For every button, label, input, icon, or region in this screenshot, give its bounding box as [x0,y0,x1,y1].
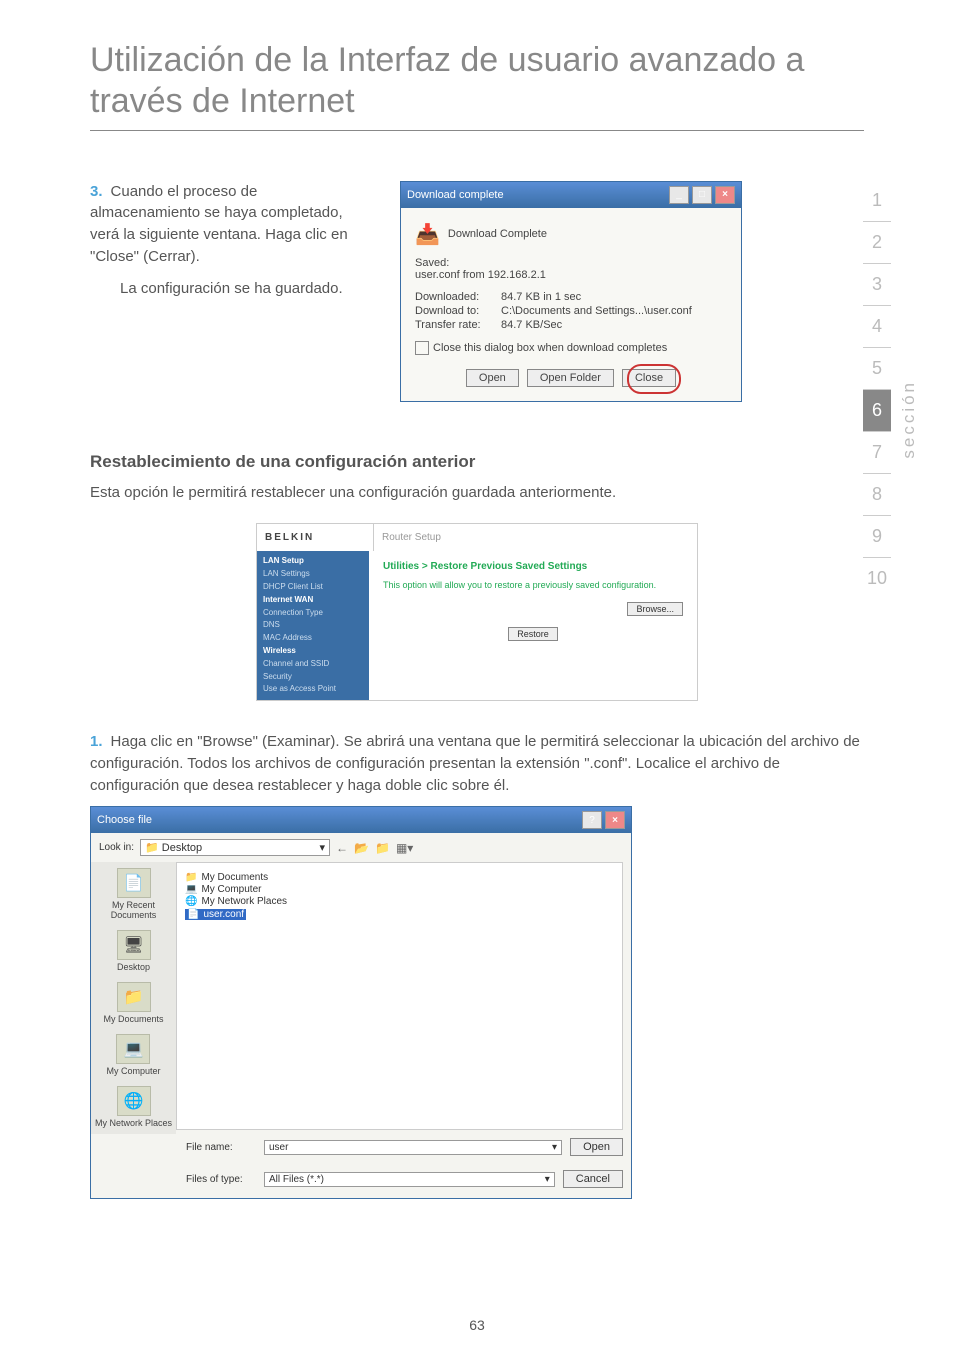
places-mycomputer[interactable]: 💻My Computer [106,1034,160,1076]
lookin-select[interactable]: 📁 Desktop▾ [140,839,330,856]
filetype-select[interactable]: All Files (*.*)▾ [264,1172,555,1187]
nav-section-3[interactable]: 3 [863,264,891,306]
step-1-number: 1. [90,733,103,750]
minimize-icon[interactable]: _ [669,186,689,204]
nav-section-8[interactable]: 8 [863,474,891,516]
dialog-titlebar: Download complete _ □ × [401,182,741,208]
belkin-sidebar: LAN Setup LAN Settings DHCP Client List … [257,551,369,700]
cancel-file-button[interactable]: Cancel [563,1170,623,1188]
file-list[interactable]: 📁My Documents 💻My Computer 🌐My Network P… [176,862,623,1130]
mydocs-icon: 📁 [117,982,151,1012]
checkbox-icon[interactable] [415,341,429,355]
back-icon[interactable]: ← [336,841,348,855]
choose-file-dialog: Choose file ? × Look in: 📁 Desktop▾ ← 📂 … [90,806,632,1199]
folder-icon: 📁 [185,872,197,883]
page-title: Utilización de la Interfaz de usuario av… [90,40,864,131]
section-nav: 1 2 3 4 5 6 7 8 9 10 sección [863,180,919,599]
file-icon: 📄 [187,909,199,920]
desktop-icon: 🖥 [117,930,151,960]
nav-section-1[interactable]: 1 [863,180,891,222]
step-1-text: 1.Haga clic en "Browse" (Examinar). Se a… [90,731,864,796]
belkin-logo: BELKIN [257,524,374,551]
nav-section-2[interactable]: 2 [863,222,891,264]
section-text-restore: Esta opción le permitirá restablecer una… [90,482,864,504]
step-3-number: 3. [90,183,103,200]
computer-icon: 💻 [185,884,197,895]
mycomputer-icon: 💻 [116,1034,150,1064]
help-icon[interactable]: ? [582,811,602,829]
places-recent[interactable]: 📄My Recent Documents [91,868,176,920]
browse-button[interactable]: Browse... [627,602,683,616]
nav-section-6[interactable]: 6 [863,390,891,432]
file-item[interactable]: 🌐My Network Places [185,896,614,907]
belkin-router-screenshot: BELKIN Router Setup LAN Setup LAN Settin… [256,523,698,701]
chevron-down-icon: ▾ [320,841,326,854]
places-bar: 📄My Recent Documents 🖥Desktop 📁My Docume… [91,862,176,1134]
belkin-page-title: Utilities > Restore Previous Saved Setti… [383,561,683,572]
step-3-sub: La configuración se ha guardado. [120,278,370,300]
nav-section-4[interactable]: 4 [863,306,891,348]
open-button[interactable]: Open [466,369,519,387]
download-complete-dialog: Download complete _ □ × 📥 Download Compl… [400,181,742,402]
close-icon[interactable]: × [715,186,735,204]
restore-button[interactable]: Restore [508,627,558,641]
download-icon: 📥 [415,222,440,247]
section-label: sección [899,380,919,459]
places-network[interactable]: 🌐My Network Places [95,1086,172,1128]
belkin-page-desc: This option will allow you to restore a … [383,580,683,590]
filename-input[interactable]: user▾ [264,1140,562,1155]
nav-section-9[interactable]: 9 [863,516,891,558]
open-folder-button[interactable]: Open Folder [527,369,614,387]
nav-section-5[interactable]: 5 [863,348,891,390]
places-desktop[interactable]: 🖥Desktop [117,930,151,972]
close-icon[interactable]: × [605,811,625,829]
network-icon: 🌐 [117,1086,151,1116]
open-file-button[interactable]: Open [570,1138,623,1156]
up-icon[interactable]: 📂 [354,841,369,855]
recent-docs-icon: 📄 [117,868,151,898]
section-heading-restore: Restablecimiento de una configuración an… [90,452,864,472]
page-number: 63 [0,1317,954,1333]
view-icon[interactable]: ▦▾ [396,841,413,855]
chevron-down-icon: ▾ [552,1142,557,1153]
chevron-down-icon: ▾ [545,1174,550,1185]
file-item[interactable]: 💻My Computer [185,884,614,895]
choose-file-titlebar: Choose file ? × [91,807,631,833]
file-item-selected[interactable]: 📄user.conf [185,909,246,920]
file-item[interactable]: 📁My Documents [185,872,614,883]
nav-section-10[interactable]: 10 [863,558,891,599]
places-mydocs[interactable]: 📁My Documents [103,982,163,1024]
router-setup-label: Router Setup [374,524,697,551]
nav-section-7[interactable]: 7 [863,432,891,474]
step-3-text: 3.Cuando el proceso de almacenamiento se… [90,181,370,300]
network-places-icon: 🌐 [185,896,197,907]
close-button[interactable]: Close [622,369,676,387]
new-folder-icon[interactable]: 📁 [375,841,390,855]
maximize-icon[interactable]: □ [692,186,712,204]
